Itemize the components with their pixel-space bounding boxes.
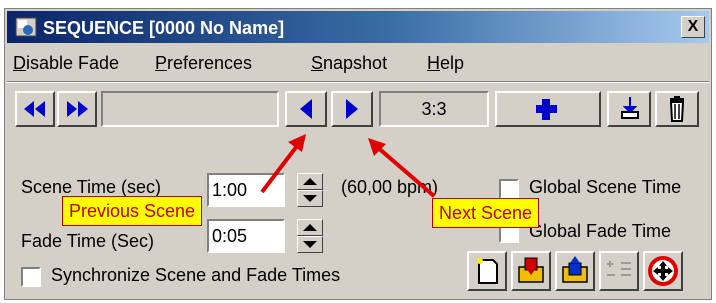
rewind-icon xyxy=(24,101,45,117)
list-icon xyxy=(607,261,631,276)
fade-time-input[interactable]: 0:05 xyxy=(207,219,285,253)
scene-time-up-button[interactable] xyxy=(297,173,323,190)
sync-times-label: Synchronize Scene and Fade Times xyxy=(51,265,341,285)
next-arrow-icon xyxy=(346,99,358,119)
menu-label-rest: isable Fade xyxy=(26,53,120,73)
fade-time-down-button[interactable] xyxy=(297,236,323,253)
save-sequence-button[interactable] xyxy=(555,251,595,291)
menu-accel: H xyxy=(427,53,440,73)
sequence-window: SEQUENCE [0000 No Name] X Disable Fade P… xyxy=(4,8,712,300)
new-document-icon xyxy=(477,258,498,284)
fade-time-label: Fade Time (Sec) xyxy=(21,231,155,251)
previous-arrow-icon xyxy=(300,99,312,119)
fade-time-spinner[interactable] xyxy=(297,219,323,253)
menu-label-rest: napshot xyxy=(323,53,388,73)
scene-time-label: Scene Time (sec) xyxy=(21,177,162,197)
scene-counter: 3:3 xyxy=(379,91,489,127)
app-icon xyxy=(15,17,37,37)
fast-forward-icon xyxy=(67,101,88,117)
menu-preferences[interactable]: Preferences xyxy=(155,53,252,74)
down-triangle-icon xyxy=(303,195,317,202)
delete-scene-button[interactable] xyxy=(655,91,699,127)
load-sequence-button[interactable] xyxy=(511,251,551,291)
menu-snapshot[interactable]: Snapshot xyxy=(311,53,387,74)
add-scene-button[interactable] xyxy=(495,91,601,127)
previous-scene-callout: Previous Scene xyxy=(62,196,203,226)
menu-accel: D xyxy=(13,53,26,73)
window-title: SEQUENCE [0000 No Name] xyxy=(43,18,285,38)
up-triangle-icon xyxy=(303,224,317,231)
menu-bar: Disable Fade Preferences Snapshot Help xyxy=(7,49,709,77)
insert-scene-button[interactable] xyxy=(607,91,651,127)
list-button[interactable] xyxy=(599,251,639,291)
down-triangle-icon xyxy=(303,241,317,248)
insert-icon xyxy=(621,97,639,119)
menu-accel: P xyxy=(155,53,168,73)
menu-accel: S xyxy=(311,53,324,73)
close-button[interactable]: X xyxy=(681,16,705,38)
scene-time-down-button[interactable] xyxy=(297,190,323,207)
stop-move-icon xyxy=(648,256,678,286)
previous-scene-button[interactable] xyxy=(285,91,327,127)
fade-time-up-button[interactable] xyxy=(297,219,323,236)
bpm-readout: (60,00 bpm) xyxy=(341,177,439,197)
rewind-button[interactable] xyxy=(15,91,55,127)
menu-label-rest: references xyxy=(167,53,253,73)
scene-time-spinner[interactable] xyxy=(297,173,323,207)
menu-disable-fade[interactable]: Disable Fade xyxy=(13,53,119,74)
menu-separator xyxy=(7,81,709,83)
menu-label-rest: elp xyxy=(440,53,465,73)
scene-time-input[interactable]: 1:00 xyxy=(207,173,285,207)
new-sequence-button[interactable] xyxy=(467,251,507,291)
next-scene-callout: Next Scene xyxy=(432,198,540,228)
up-triangle-icon xyxy=(303,178,317,185)
fast-forward-button[interactable] xyxy=(57,91,97,127)
save-folder-icon xyxy=(562,256,588,283)
scene-name-display xyxy=(101,91,279,127)
next-scene-button[interactable] xyxy=(331,91,373,127)
plus-icon xyxy=(536,99,557,120)
trash-icon xyxy=(669,96,685,122)
exit-button[interactable] xyxy=(643,251,683,291)
title-bar[interactable]: SEQUENCE [0000 No Name] X xyxy=(7,11,709,43)
open-folder-icon xyxy=(518,257,544,283)
global-scene-time-checkbox[interactable] xyxy=(499,179,519,199)
global-scene-time-label: Global Scene Time xyxy=(529,177,682,197)
menu-help[interactable]: Help xyxy=(427,53,464,74)
global-fade-time-label: Global Fade Time xyxy=(529,221,672,241)
sync-times-checkbox[interactable] xyxy=(21,267,41,287)
